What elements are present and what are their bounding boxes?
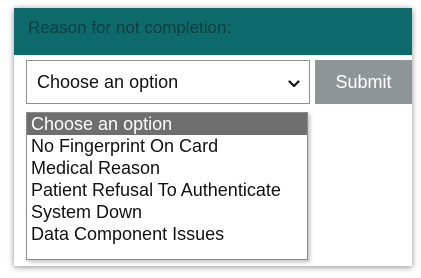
reason-dropdown-list: Choose an option No Fingerprint On Card … (26, 112, 308, 260)
option-patient-refusal[interactable]: Patient Refusal To Authenticate (27, 179, 307, 201)
option-system-down[interactable]: System Down (27, 201, 307, 223)
reason-label: Reason for not completion: (28, 18, 232, 37)
select-current-value: Choose an option (37, 72, 179, 92)
option-medical-reason[interactable]: Medical Reason (27, 157, 307, 179)
chevron-down-icon (288, 77, 300, 89)
submit-button[interactable]: Submit (315, 60, 412, 104)
option-no-fingerprint[interactable]: No Fingerprint On Card (27, 135, 307, 157)
completion-form-card: Reason for not completion: Choose an opt… (14, 8, 412, 266)
option-data-component[interactable]: Data Component Issues (27, 223, 307, 245)
reason-select[interactable]: Choose an option (26, 60, 310, 104)
option-choose[interactable]: Choose an option (27, 113, 307, 135)
form-header: Reason for not completion: (14, 8, 412, 55)
